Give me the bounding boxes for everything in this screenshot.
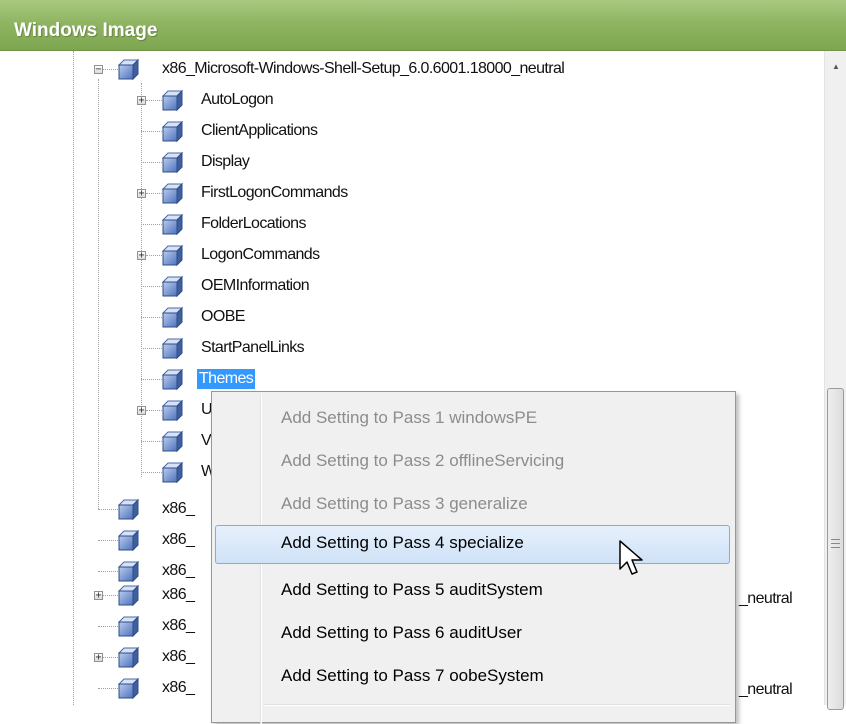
menu-item-pass3-generalize[interactable]: Add Setting to Pass 3 generalize [215, 486, 730, 520]
tree-node-oobe[interactable]: OOBE [199, 307, 247, 327]
tree-node-sibling[interactable]: x86_ [160, 561, 196, 581]
tree-node-folderlocations[interactable]: FolderLocations [199, 214, 308, 234]
component-cube-icon [162, 338, 183, 359]
component-cube-icon [118, 499, 139, 520]
component-cube-icon [162, 369, 183, 390]
expand-toggle-icon[interactable]: + [137, 251, 146, 261]
tree-node-sibling[interactable]: x86_ [160, 678, 196, 698]
component-cube-icon [118, 561, 139, 582]
component-cube-icon [162, 121, 183, 142]
tree-node-startpanellinks[interactable]: StartPanelLinks [199, 338, 306, 358]
menu-item-label: Add Setting to Pass 2 offlineServicing [281, 451, 565, 470]
scroll-thumb[interactable] [827, 388, 844, 710]
component-cube-icon [162, 245, 183, 266]
tree-connector [141, 286, 162, 287]
expand-toggle-icon[interactable]: + [137, 96, 146, 106]
tree-node-sibling[interactable]: x86_ [160, 616, 196, 636]
menu-item-label: Add Setting to Pass 1 windowsPE [281, 408, 538, 427]
component-cube-icon [162, 183, 183, 204]
expand-toggle-icon[interactable]: + [94, 591, 103, 601]
component-cube-icon [118, 678, 139, 699]
tree-guide-line [141, 83, 142, 477]
panel-header: Windows Image [0, 0, 846, 51]
component-cube-icon [118, 585, 139, 606]
menu-item-pass7-oobesystem[interactable]: Add Setting to Pass 7 oobeSystem [215, 658, 730, 692]
tree-connector [98, 688, 118, 689]
menu-item-pass1-windowspe[interactable]: Add Setting to Pass 1 windowsPE [215, 400, 730, 434]
panel-title: Windows Image [14, 20, 158, 41]
tree-node-sibling[interactable]: x86_ [160, 647, 196, 667]
component-cube-icon [162, 152, 183, 173]
grip-icon [831, 539, 840, 548]
tree-connector [98, 509, 118, 510]
component-cube-icon [162, 307, 183, 328]
component-cube-icon [162, 214, 183, 235]
component-cube-icon [162, 276, 183, 297]
menu-item-label: Add Setting to Pass 4 specialize [281, 533, 524, 552]
tree-guide-line [98, 79, 99, 509]
menu-item-pass5-auditsystem[interactable]: Add Setting to Pass 5 auditSystem [215, 572, 730, 606]
tree-node-oeminformation[interactable]: OEMInformation [199, 276, 311, 296]
tree-connector [98, 540, 118, 541]
tree-connector [141, 317, 162, 318]
tree-node-firstlogoncommands[interactable]: FirstLogonCommands [199, 183, 350, 203]
context-menu: Add Setting to Pass 1 windowsPE Add Sett… [211, 391, 736, 724]
menu-item-pass6-audituser[interactable]: Add Setting to Pass 6 auditUser [215, 615, 730, 649]
tree-node-sibling[interactable]: x86_ [160, 585, 196, 605]
tree-guide-line [73, 51, 74, 705]
tree-connector [98, 626, 118, 627]
menu-item-label: Add Setting to Pass 6 auditUser [281, 623, 522, 642]
tree-connector [141, 162, 162, 163]
menu-item-label: Add Setting to Pass 5 auditSystem [281, 580, 543, 599]
tree-node-display[interactable]: Display [199, 152, 251, 172]
tree-connector [141, 224, 162, 225]
menu-item-pass4-specialize[interactable]: Add Setting to Pass 4 specialize [215, 525, 730, 564]
expand-toggle-icon[interactable]: + [137, 189, 146, 199]
tree-connector [141, 131, 162, 132]
menu-separator [264, 704, 730, 706]
component-cube-icon [162, 90, 183, 111]
component-cube-icon [162, 431, 183, 452]
tree-node-sibling[interactable]: x86_ [160, 499, 196, 519]
tree-connector [141, 472, 162, 473]
menu-item-label: Add Setting to Pass 3 generalize [281, 494, 528, 513]
component-cube-icon [118, 616, 139, 637]
component-cube-icon [118, 59, 139, 80]
component-cube-icon [162, 462, 183, 483]
tree-node-sibling[interactable]: x86_ [160, 530, 196, 550]
tree-node-autologon[interactable]: AutoLogon [199, 90, 275, 110]
vertical-scrollbar[interactable]: ▲ [824, 51, 846, 710]
tree-connector [141, 348, 162, 349]
component-cube-icon [162, 400, 183, 421]
tree-node-sibling-suffix: _neutral [739, 681, 793, 698]
mouse-pointer-icon [619, 540, 643, 575]
tree-node-clientapplications[interactable]: ClientApplications [199, 121, 319, 141]
collapse-toggle-icon[interactable]: − [94, 65, 103, 75]
menu-item-pass2-offlineservicing[interactable]: Add Setting to Pass 2 offlineServicing [215, 443, 730, 477]
menu-item-label: Add Setting to Pass 7 oobeSystem [281, 666, 544, 685]
scroll-up-arrow-icon[interactable]: ▲ [825, 51, 846, 79]
component-cube-icon [118, 647, 139, 668]
expand-toggle-icon[interactable]: + [137, 406, 146, 416]
tree-node-sibling-suffix: _neutral [739, 590, 793, 607]
tree-connector [98, 571, 118, 572]
tree-connector [141, 441, 162, 442]
tree-node-themes-selected[interactable]: Themes [197, 369, 256, 389]
tree-connector [141, 379, 162, 380]
expand-toggle-icon[interactable]: + [94, 653, 103, 663]
tree-node-root[interactable]: x86_Microsoft-Windows-Shell-Setup_6.0.60… [160, 59, 566, 79]
component-cube-icon [118, 530, 139, 551]
tree-node-logoncommands[interactable]: LogonCommands [199, 245, 322, 265]
